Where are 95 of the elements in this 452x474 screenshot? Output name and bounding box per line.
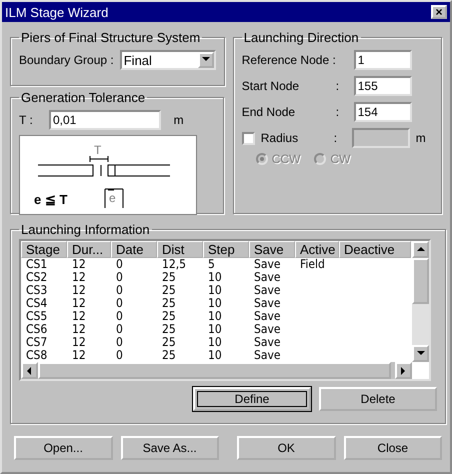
field-label: T : (19, 113, 34, 127)
table-cell-text: CS2 (25, 271, 48, 284)
table-cell-text: 12 (71, 271, 87, 284)
gap-label: T (94, 143, 102, 157)
checkbox-label: Radius (260, 131, 300, 145)
node-field[interactable]: 155 (354, 76, 412, 96)
table-cell-text: 0 (115, 310, 124, 323)
radio-label: CW (330, 152, 350, 166)
table-cell-text: 25 (161, 349, 177, 362)
column-header[interactable]: Save (249, 241, 295, 258)
table-cell-text: Save (253, 284, 282, 297)
table-cell-text: 12 (71, 323, 87, 336)
node-field[interactable]: 1 (354, 50, 412, 70)
table-cell-text: CS7 (25, 336, 48, 349)
table-cell-text: 25 (161, 284, 177, 297)
unit-label: m (172, 113, 184, 127)
dialog-button[interactable]: OK (237, 436, 336, 460)
table-cell-text: 12 (71, 258, 87, 271)
dialog-button[interactable]: Close (344, 436, 442, 460)
field-label: Boundary Group : (19, 53, 114, 67)
table-cell-text: 12 (71, 284, 87, 297)
table-cell-text: 0 (115, 349, 124, 362)
table-cell-text: Save (253, 323, 282, 336)
colon-label: : (336, 79, 340, 93)
table-cell-text: CS6 (25, 323, 48, 336)
unit-label: m (416, 131, 426, 145)
window-title: ILM Stage Wizard (5, 4, 108, 20)
dialog-button[interactable]: Open... (14, 436, 112, 460)
tolerance-field[interactable]: 0,01 (49, 110, 161, 130)
column-header[interactable]: Date (111, 241, 157, 258)
dropdown-button[interactable] (198, 52, 214, 68)
table-cell-text: CS8 (25, 349, 48, 362)
table-cell-text: CS4 (25, 297, 48, 310)
close-button[interactable]: × (431, 5, 447, 19)
boundary-group-dropdown[interactable]: Final (120, 50, 216, 70)
table-cell-text: 0 (115, 284, 124, 297)
field-label: End Node (242, 105, 296, 119)
radius-field[interactable] (352, 128, 410, 148)
delete-button[interactable]: Delete (319, 387, 437, 411)
vertical-scrollbar[interactable] (412, 241, 429, 362)
table-cell-text: 10 (207, 323, 223, 336)
table-cell-text: Save (253, 310, 282, 323)
group-title: Launching Direction (242, 30, 360, 45)
field-label: Reference Node : (242, 53, 337, 67)
group-title: Launching Information (20, 222, 151, 237)
column-header[interactable]: Dur... (67, 241, 111, 258)
table-cell-text: 12,5 (161, 258, 188, 271)
table-cell-text: 12 (71, 297, 87, 310)
column-header[interactable]: Active (295, 241, 339, 258)
table-cell-text: 10 (207, 297, 223, 310)
offset-label: e (109, 191, 116, 205)
table-cell-text: Save (253, 349, 282, 362)
table-cell-text: 5 (207, 258, 216, 271)
radius-checkbox[interactable] (242, 132, 255, 144)
table-cell-text: CS5 (25, 310, 48, 323)
radio-label: CCW (272, 152, 300, 166)
table-cell-text: 0 (115, 323, 124, 336)
horizontal-scrollbar[interactable] (21, 362, 412, 379)
colon-label: : (336, 105, 340, 119)
table-cell-text: Save (253, 271, 282, 284)
table-cell-text: 10 (207, 336, 223, 349)
colon-label: : (334, 131, 338, 145)
table-cell-text: 12 (71, 336, 87, 349)
table-cell-text: 10 (207, 310, 223, 323)
table-cell-text: Save (253, 336, 282, 349)
field-label: Start Node (242, 79, 300, 93)
table-cell-text: 25 (161, 323, 177, 336)
column-header[interactable]: Stage (21, 241, 67, 258)
table-cell-text: Save (253, 297, 282, 310)
table-cell-text: 25 (161, 336, 177, 349)
define-button[interactable]: Define (193, 387, 311, 411)
column-header[interactable]: Step (203, 241, 249, 258)
table-cell-text: 10 (207, 271, 223, 284)
table-cell-text: CS1 (25, 258, 48, 271)
table-cell-text: 25 (161, 310, 177, 323)
node-field[interactable]: 154 (354, 102, 412, 122)
table-cell-text: 12 (71, 349, 87, 362)
dialog-button[interactable]: Save As... (120, 436, 219, 460)
table-cell-text: CS3 (25, 284, 48, 297)
table-cell-text: 12 (71, 310, 87, 323)
group-title: Generation Tolerance (20, 90, 146, 105)
group-title: Piers of Final Structure System (20, 30, 202, 45)
table-cell-text: 10 (207, 349, 223, 362)
column-header[interactable]: Dist (157, 241, 203, 258)
table-cell-text: Save (253, 258, 282, 271)
table-cell-text: 25 (161, 271, 177, 284)
table-cell-text: Field (299, 258, 326, 271)
table-cell-text: 0 (115, 336, 124, 349)
table-cell-text: 0 (115, 271, 124, 284)
table-cell-text: 25 (161, 297, 177, 310)
table-cell-text: 10 (207, 284, 223, 297)
formula-label: e ≦ T (34, 192, 68, 207)
table-cell-text: 0 (115, 258, 124, 271)
table-cell-text: 0 (115, 297, 124, 310)
column-header[interactable]: Deactive (339, 241, 411, 258)
